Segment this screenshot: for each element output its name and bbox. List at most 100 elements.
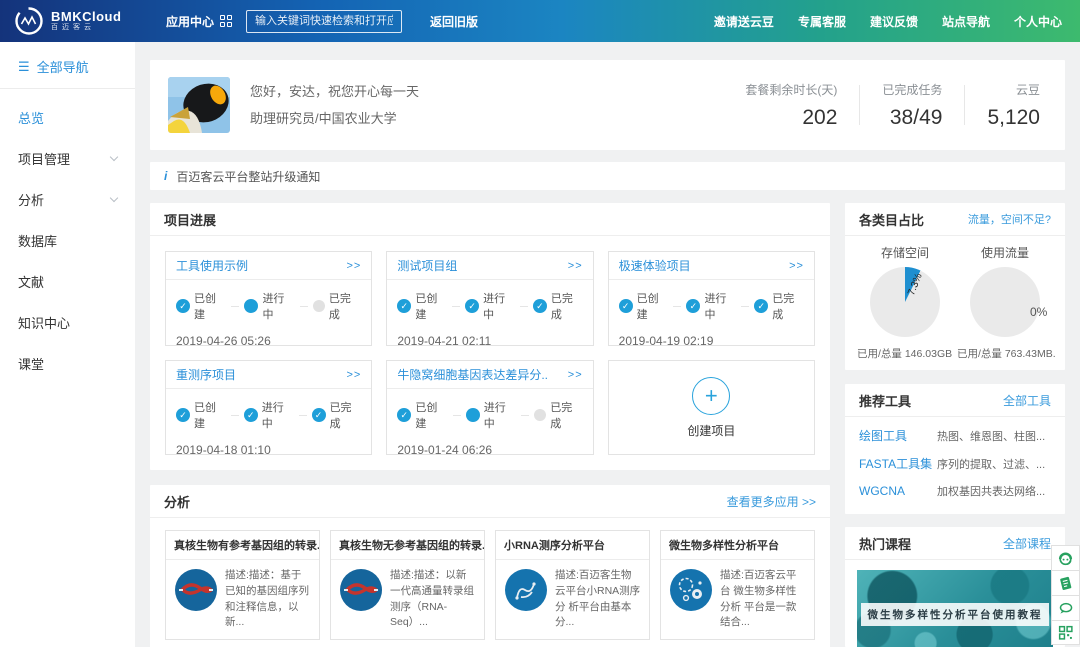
tool-description: 热图、维恩图、柱图...: [937, 428, 1045, 444]
tool-link[interactable]: 绘图工具: [859, 427, 937, 444]
app-card[interactable]: 真核生物有参考基因组的转录... 描述:描述：基于已知的基因组序列和注释信息，以…: [165, 530, 320, 640]
search-input[interactable]: [246, 10, 402, 33]
usage-card: 各类目占比 流量，空间不足? 存储空间 7.3% 已用/总量 146.03GB …: [845, 203, 1065, 370]
sidebar-item-project-management[interactable]: 项目管理: [0, 138, 135, 179]
app-title[interactable]: 微生物多样性分析平台: [661, 531, 814, 560]
stat-remaining-days: 套餐剩余时长(天) 202: [723, 81, 859, 130]
tool-row: WGCNA 加权基因共表达网络...: [859, 483, 1051, 499]
manual-button[interactable]: [1051, 570, 1080, 595]
more-apps-link[interactable]: 查看更多应用 >>: [727, 493, 816, 510]
app-title[interactable]: 真核生物有参考基因组的转录...: [166, 531, 319, 560]
project-steps: ✓已创建 进行中 已完成: [166, 280, 371, 322]
projects-section-title: 项目进展: [164, 210, 216, 229]
pending-step-icon: [534, 409, 546, 421]
analysis-card: 分析 查看更多应用 >> 真核生物有参考基因组的转录...: [150, 485, 830, 647]
nav-feedback[interactable]: 建议反馈: [870, 13, 918, 30]
courses-section-title: 热门课程: [859, 534, 911, 553]
account-stats: 套餐剩余时长(天) 202 已完成任务 38/49 云豆 5,120: [723, 81, 1040, 130]
traffic-pie-title: 使用流量: [955, 244, 1055, 261]
nav-site-map[interactable]: 站点导航: [942, 13, 990, 30]
top-nav: 邀请送云豆 专属客服 建议反馈 站点导航 个人中心: [714, 13, 1080, 30]
traffic-caption: 已用/总量 763.43MB...: [955, 346, 1055, 361]
create-project-button[interactable]: + 创建项目: [608, 360, 815, 455]
brand-logo[interactable]: BMKCloud 百迈客云: [0, 6, 150, 36]
all-courses-link[interactable]: 全部课程: [1003, 535, 1051, 552]
chevron-down-icon: [110, 194, 118, 202]
check-circle-icon: ✓: [176, 299, 190, 313]
course-caption: 微生物多样性分析平台使用教程: [861, 603, 1049, 626]
microbe-icon: [669, 568, 713, 612]
project-title-link[interactable]: 重测序项目: [176, 366, 236, 383]
project-title-link[interactable]: 工具使用示例: [176, 257, 248, 274]
logo-title: BMKCloud: [51, 10, 121, 24]
project-card: 牛隐窝细胞基因表达差异分... >> ✓已创建 进行中 已完成 2019-01-…: [386, 360, 593, 455]
project-progress-card: 项目进展 工具使用示例 >> ✓已创建 进行中: [150, 203, 830, 470]
search-box: [246, 10, 402, 33]
nav-personal-center[interactable]: 个人中心: [1014, 13, 1062, 30]
greeting-text: 您好，安达，祝您开心每一天: [250, 78, 419, 105]
project-title-link[interactable]: 测试项目组: [397, 257, 457, 274]
quota-shortage-link[interactable]: 流量，空间不足?: [968, 211, 1051, 227]
app-card[interactable]: 小RNA测序分析平台 描述:百迈客生物云平台小RNA测序分 析平台由基本分...: [495, 530, 650, 640]
project-more-link[interactable]: >>: [568, 369, 583, 381]
check-circle-icon: ✓: [465, 299, 479, 313]
sidebar: ☰ 全部导航 总览 项目管理 分析 数据库 文献 知识中心 课堂: [0, 42, 135, 647]
check-circle-icon: ✓: [312, 408, 326, 422]
qr-code-button[interactable]: [1051, 620, 1080, 645]
create-project-label: 创建项目: [687, 422, 735, 439]
nav-invite-beans[interactable]: 邀请送云豆: [714, 13, 774, 30]
project-title-link[interactable]: 牛隐窝细胞基因表达差异分...: [397, 366, 547, 383]
project-card: 测试项目组 >> ✓已创建 ✓进行中 ✓已完成 2019-04-21 02:11: [386, 251, 593, 346]
project-more-link[interactable]: >>: [346, 369, 361, 381]
sidebar-item-literature[interactable]: 文献: [0, 261, 135, 302]
welcome-card: 您好，安达，祝您开心每一天 助理研究员/中国农业大学 套餐剩余时长(天) 202…: [150, 60, 1065, 150]
tool-link[interactable]: WGCNA: [859, 484, 937, 498]
sidebar-item-analysis[interactable]: 分析: [0, 179, 135, 220]
traffic-pie-block: 使用流量 0% 已用/总量 763.43MB...: [955, 244, 1055, 361]
app-title[interactable]: 真核生物无参考基因组的转录...: [331, 531, 484, 560]
all-tools-link[interactable]: 全部工具: [1003, 392, 1051, 409]
check-circle-icon: ✓: [533, 299, 547, 313]
app-card[interactable]: 微生物多样性分析平台 描述:百迈客云平台: [660, 530, 815, 640]
bmkcloud-dashboard: BMKCloud 百迈客云 应用中心 返回旧版 邀请送云豆 专属客服 建议反馈 …: [0, 0, 1080, 647]
project-steps: ✓已创建 ✓进行中 ✓已完成: [166, 389, 371, 431]
small-rna-icon: [504, 568, 548, 612]
back-old-version-link[interactable]: 返回旧版: [430, 13, 478, 30]
sidebar-item-classroom[interactable]: 课堂: [0, 343, 135, 384]
user-role-text: 助理研究员/中国农业大学: [250, 105, 419, 132]
dna-denovo-icon: [339, 568, 383, 612]
app-grid-icon: [220, 15, 232, 27]
project-steps: ✓已创建 进行中 已完成: [387, 389, 592, 431]
hot-courses-card: 热门课程 全部课程 微生物多样性分析平台使用教程: [845, 527, 1065, 647]
tool-row: FASTA工具集 序列的提取、过滤、...: [859, 455, 1051, 472]
sidebar-item-overview[interactable]: 总览: [0, 97, 135, 138]
project-date: 2019-01-24 06:26: [387, 431, 592, 457]
sidebar-item-database[interactable]: 数据库: [0, 220, 135, 261]
project-more-link[interactable]: >>: [568, 260, 583, 272]
pending-step-icon: [313, 300, 325, 312]
qr-code-icon: [1057, 624, 1074, 641]
customer-service-button[interactable]: [1051, 545, 1080, 570]
project-title-link[interactable]: 极速体验项目: [619, 257, 691, 274]
all-navigation-button[interactable]: ☰ 全部导航: [0, 42, 135, 89]
sidebar-item-knowledge-center[interactable]: 知识中心: [0, 302, 135, 343]
book-icon: [1057, 575, 1074, 592]
app-description: 描述:描述：基于已知的基因组序列和注释信息，以新...: [225, 568, 311, 631]
project-more-link[interactable]: >>: [789, 260, 804, 272]
app-description: 描述:描述：以新一代高通量转录组测序（RNA-Seq）...: [390, 568, 476, 631]
nav-customer-service[interactable]: 专属客服: [798, 13, 846, 30]
app-title[interactable]: 小RNA测序分析平台: [496, 531, 649, 560]
course-thumbnail[interactable]: 微生物多样性分析平台使用教程: [857, 570, 1053, 647]
check-circle-icon: ✓: [686, 299, 700, 313]
app-card[interactable]: 真核生物无参考基因组的转录... 描述:描述：以新一代高通量转录组测序（RNA-…: [330, 530, 485, 640]
notice-bar: i 百迈客云平台整站升级通知: [150, 162, 1065, 190]
feedback-chat-button[interactable]: [1051, 595, 1080, 620]
project-more-link[interactable]: >>: [346, 260, 361, 272]
app-center-button[interactable]: 应用中心: [166, 13, 232, 30]
storage-pie-chart: 7.3%: [870, 267, 940, 337]
tool-link[interactable]: FASTA工具集: [859, 455, 937, 472]
check-circle-icon: ✓: [176, 408, 190, 422]
traffic-percent-label: 0%: [1030, 305, 1047, 319]
notice-link[interactable]: 百迈客云平台整站升级通知: [176, 168, 320, 185]
app-description: 描述:百迈客生物云平台小RNA测序分 析平台由基本分...: [555, 568, 641, 631]
